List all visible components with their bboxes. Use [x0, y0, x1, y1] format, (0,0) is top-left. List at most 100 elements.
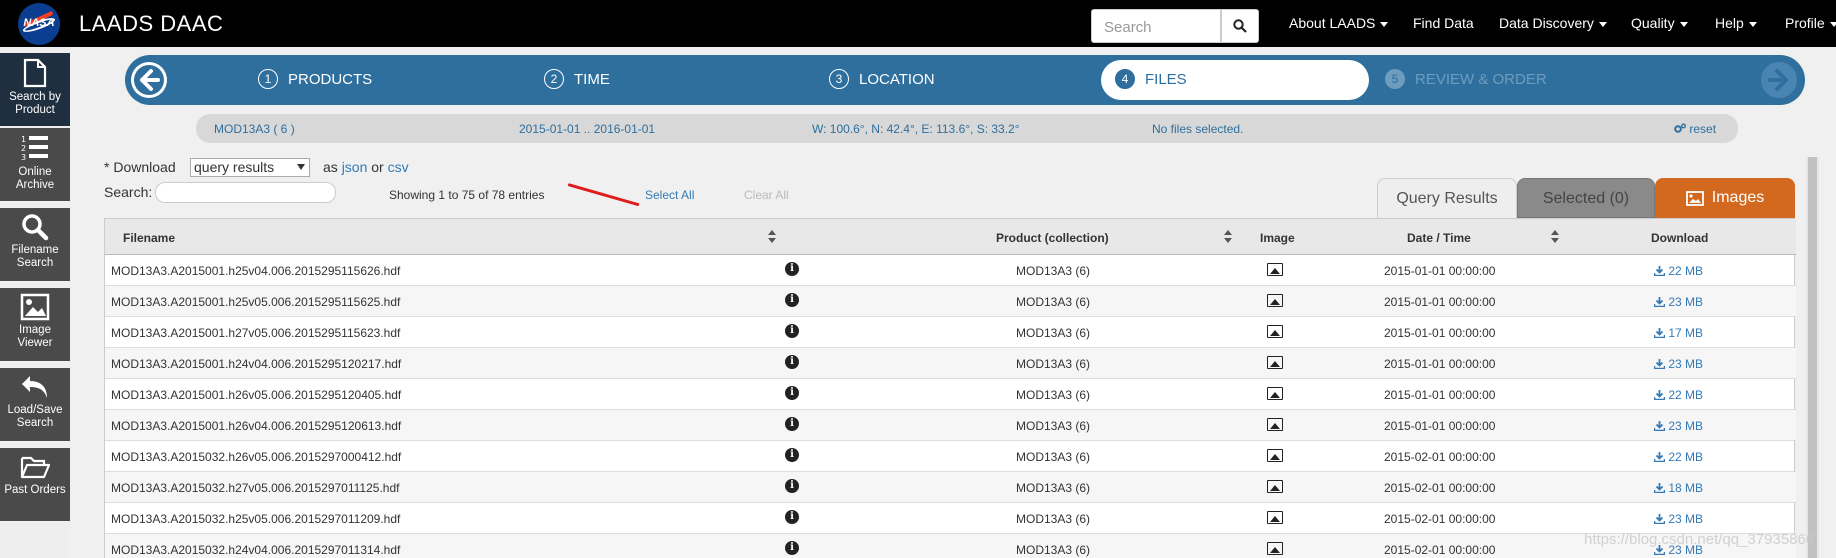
- watermark: https://blog.csdn.net/qq_37935866: [1584, 531, 1815, 548]
- col-product[interactable]: Product (collection): [996, 231, 1109, 245]
- download-link[interactable]: 23 MB: [1653, 295, 1703, 309]
- info-icon[interactable]: i: [785, 262, 799, 276]
- search-input[interactable]: Search: [1091, 9, 1221, 43]
- image-icon[interactable]: [1267, 449, 1283, 462]
- download-icon: [1653, 328, 1666, 339]
- sort-icon[interactable]: [768, 230, 776, 244]
- page-scrollbar[interactable]: [1806, 157, 1819, 558]
- info-icon[interactable]: i: [785, 324, 799, 338]
- wizard-step-time[interactable]: 2 TIME: [544, 69, 610, 89]
- table-row[interactable]: MOD13A3.A2015001.h25v04.006.201529511562…: [105, 255, 1796, 286]
- image-icon[interactable]: [1267, 387, 1283, 400]
- nav-help[interactable]: Help: [1715, 15, 1757, 31]
- table-row[interactable]: MOD13A3.A2015001.h26v04.006.201529512061…: [105, 410, 1796, 441]
- table-row[interactable]: MOD13A3.A2015001.h27v05.006.201529511562…: [105, 317, 1796, 348]
- brand-title[interactable]: LAADS DAAC: [79, 11, 223, 37]
- search-button[interactable]: [1221, 9, 1259, 43]
- sidebar-item-online-archive[interactable]: 123 Online Archive: [0, 128, 70, 202]
- sidebar-item-image-viewer[interactable]: Image Viewer: [0, 288, 70, 362]
- info-icon[interactable]: i: [785, 541, 799, 555]
- table-row[interactable]: MOD13A3.A2015032.h27v05.006.201529701112…: [105, 472, 1796, 503]
- summary-location[interactable]: W: 100.6°, N: 42.4°, E: 113.6°, S: 33.2°: [812, 122, 1020, 136]
- sidebar-item-past-orders[interactable]: Past Orders: [0, 448, 70, 522]
- tab-images[interactable]: Images: [1655, 178, 1795, 218]
- download-link[interactable]: 22 MB: [1653, 264, 1703, 278]
- download-link[interactable]: 23 MB: [1653, 357, 1703, 371]
- col-download: Download: [1651, 231, 1709, 245]
- download-link[interactable]: 22 MB: [1653, 450, 1703, 464]
- scrollbar-thumb[interactable]: [1808, 157, 1817, 558]
- nasa-logo[interactable]: NASA: [18, 3, 60, 45]
- wizard-step-products[interactable]: 1 PRODUCTS: [258, 69, 372, 89]
- tab-selected[interactable]: Selected (0): [1517, 178, 1655, 218]
- caret-down-icon: [1679, 21, 1688, 27]
- image-icon[interactable]: [1267, 418, 1283, 431]
- download-link[interactable]: 17 MB: [1653, 326, 1703, 340]
- table-row[interactable]: MOD13A3.A2015032.h24v04.006.201529701131…: [105, 534, 1796, 558]
- table-row[interactable]: MOD13A3.A2015032.h25v05.006.201529701120…: [105, 503, 1796, 534]
- download-icon: [1653, 452, 1666, 463]
- wizard-step-files[interactable]: 4 FILES: [1115, 69, 1187, 89]
- info-icon[interactable]: i: [785, 355, 799, 369]
- image-icon[interactable]: [1267, 263, 1283, 276]
- magnifier-icon: [22, 214, 49, 241]
- info-icon[interactable]: i: [785, 479, 799, 493]
- nav-profile[interactable]: Profile: [1785, 15, 1836, 31]
- sidebar-label: Viewer: [17, 337, 53, 349]
- left-sidebar: Search by Product 123 Online Archive Fil…: [0, 47, 70, 558]
- sort-icon[interactable]: [1551, 230, 1559, 244]
- table-row[interactable]: MOD13A3.A2015032.h26v05.006.201529700041…: [105, 441, 1796, 472]
- image-icon[interactable]: [1267, 480, 1283, 493]
- select-all-link[interactable]: Select All: [645, 188, 694, 202]
- clear-all-link[interactable]: Clear All: [744, 188, 789, 202]
- table-row[interactable]: MOD13A3.A2015001.h24v04.006.201529512021…: [105, 348, 1796, 379]
- csv-link[interactable]: csv: [388, 159, 409, 175]
- nav-quality[interactable]: Quality: [1631, 15, 1688, 31]
- reset-button[interactable]: reset: [1674, 122, 1716, 136]
- summary-time[interactable]: 2015-01-01 .. 2016-01-01: [519, 122, 655, 136]
- nav-data-discovery[interactable]: Data Discovery: [1499, 15, 1607, 31]
- wizard-forward-button[interactable]: [1761, 62, 1797, 98]
- sidebar-item-filename-search[interactable]: Filename Search: [0, 208, 70, 282]
- download-link[interactable]: 23 MB: [1653, 419, 1703, 433]
- row-filename: MOD13A3.A2015001.h26v05.006.201529512040…: [111, 388, 402, 402]
- picture-icon: [20, 293, 50, 321]
- image-icon[interactable]: [1267, 294, 1283, 307]
- image-icon[interactable]: [1267, 542, 1283, 555]
- sidebar-item-load-save-search[interactable]: Load/Save Search: [0, 368, 70, 442]
- nav-find-data[interactable]: Find Data: [1413, 15, 1474, 31]
- download-select[interactable]: query results: [190, 158, 310, 177]
- table-row[interactable]: MOD13A3.A2015001.h25v05.006.201529511562…: [105, 286, 1796, 317]
- tab-query-results[interactable]: Query Results: [1377, 178, 1517, 218]
- info-icon[interactable]: i: [785, 510, 799, 524]
- info-icon[interactable]: i: [785, 417, 799, 431]
- sidebar-label: Online: [18, 166, 52, 178]
- image-icon[interactable]: [1267, 511, 1283, 524]
- col-filename[interactable]: Filename: [123, 231, 175, 245]
- json-link[interactable]: json: [342, 159, 368, 175]
- download-link[interactable]: 23 MB: [1653, 512, 1703, 526]
- row-filename: MOD13A3.A2015001.h25v04.006.201529511562…: [111, 264, 401, 278]
- row-product: MOD13A3 (6): [1016, 357, 1091, 371]
- table-row[interactable]: MOD13A3.A2015001.h26v05.006.201529512040…: [105, 379, 1796, 410]
- sidebar-label: Filename: [11, 244, 59, 256]
- row-filename: MOD13A3.A2015032.h24v04.006.201529701131…: [111, 543, 401, 557]
- wizard-step-location[interactable]: 3 LOCATION: [829, 69, 935, 89]
- nav-about-laads[interactable]: About LAADS: [1289, 15, 1389, 31]
- info-icon[interactable]: i: [785, 293, 799, 307]
- download-link[interactable]: 22 MB: [1653, 388, 1703, 402]
- image-icon[interactable]: [1267, 356, 1283, 369]
- wizard-step-review-order[interactable]: 5 REVIEW & ORDER: [1385, 69, 1547, 89]
- sidebar-item-search-by-product[interactable]: Search by Product: [0, 53, 70, 127]
- info-icon[interactable]: i: [785, 386, 799, 400]
- download-link[interactable]: 18 MB: [1653, 481, 1703, 495]
- col-datetime[interactable]: Date / Time: [1407, 231, 1471, 245]
- sidebar-label: Search: [16, 417, 54, 429]
- table-search-input[interactable]: [155, 182, 336, 203]
- info-icon[interactable]: i: [785, 448, 799, 462]
- caret-down-icon: [1829, 21, 1836, 27]
- wizard-back-button[interactable]: [131, 62, 167, 98]
- sort-icon[interactable]: [1224, 230, 1232, 244]
- summary-product[interactable]: MOD13A3 ( 6 ): [214, 122, 295, 136]
- image-icon[interactable]: [1267, 325, 1283, 338]
